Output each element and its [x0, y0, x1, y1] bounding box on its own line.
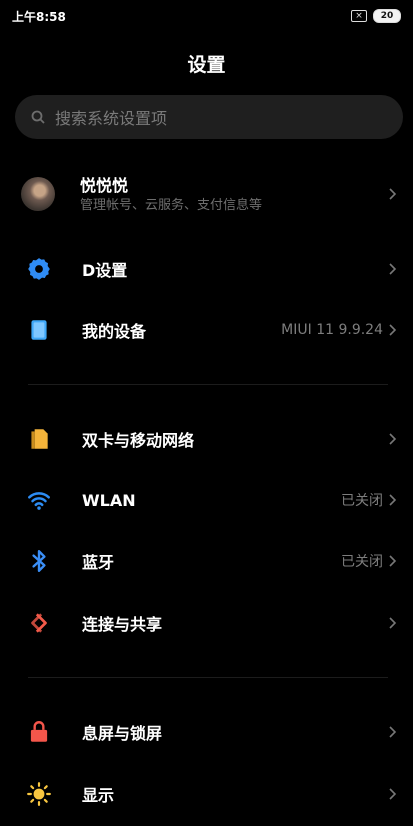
chevron-right-icon	[389, 494, 397, 506]
search-placeholder: 搜索系统设置项	[55, 109, 168, 128]
chevron-right-icon	[389, 188, 397, 200]
divider	[28, 384, 388, 385]
sim-off-icon: ×	[351, 10, 367, 22]
mydevice-label: 我的设备	[82, 322, 147, 341]
search-input[interactable]: 搜索系统设置项	[15, 95, 403, 139]
status-icons: × 20	[351, 9, 401, 23]
bluetooth-icon	[32, 550, 46, 572]
chevron-right-icon	[389, 726, 397, 738]
profile-name: 悦悦悦	[80, 176, 129, 195]
device-icon	[31, 320, 47, 340]
lockscreen-label: 息屏与锁屏	[82, 724, 163, 743]
page-title: 设置	[187, 54, 226, 76]
chevron-right-icon	[389, 617, 397, 629]
dsettings-row[interactable]: D设置	[0, 240, 413, 298]
display-row[interactable]: 显示	[0, 765, 413, 823]
mydevice-row[interactable]: 我的设备 MIUI 11 9.9.24	[0, 301, 413, 359]
chevron-right-icon	[389, 788, 397, 800]
dualsim-label: 双卡与移动网络	[82, 431, 195, 450]
dsettings-label: D设置	[82, 261, 128, 280]
chevron-right-icon	[389, 324, 397, 336]
wlan-status: 已关闭	[341, 493, 383, 509]
search-icon	[31, 110, 45, 124]
wlan-label: WLAN	[82, 490, 136, 510]
status-bar: 上午8:58 × 20	[0, 0, 413, 36]
lock-icon	[30, 721, 48, 742]
battery-icon: 20	[373, 9, 401, 23]
sim-card-icon	[31, 429, 48, 449]
bluetooth-row[interactable]: 蓝牙 已关闭	[0, 532, 413, 590]
divider	[28, 677, 388, 678]
status-time: 上午8:58	[12, 10, 66, 24]
chevron-right-icon	[389, 433, 397, 445]
bluetooth-label: 蓝牙	[82, 553, 115, 572]
chevron-right-icon	[389, 263, 397, 275]
wlan-row[interactable]: WLAN 已关闭	[0, 471, 413, 529]
miui-version: MIUI 11 9.9.24	[281, 322, 383, 338]
chevron-right-icon	[389, 555, 397, 567]
avatar	[21, 177, 55, 211]
wifi-icon	[28, 492, 50, 510]
lockscreen-row[interactable]: 息屏与锁屏	[0, 703, 413, 761]
dualsim-row[interactable]: 双卡与移动网络	[0, 410, 413, 468]
sun-icon	[27, 782, 51, 806]
share-row[interactable]: 连接与共享	[0, 594, 413, 652]
share-icon	[31, 613, 47, 633]
profile-subtitle: 管理帐号、云服务、支付信息等	[80, 198, 263, 213]
account-row[interactable]: 悦悦悦 管理帐号、云服务、支付信息等	[0, 167, 413, 221]
share-label: 连接与共享	[82, 615, 163, 634]
gear-icon	[28, 258, 50, 280]
display-label: 显示	[82, 786, 115, 805]
bluetooth-status: 已关闭	[341, 554, 383, 570]
